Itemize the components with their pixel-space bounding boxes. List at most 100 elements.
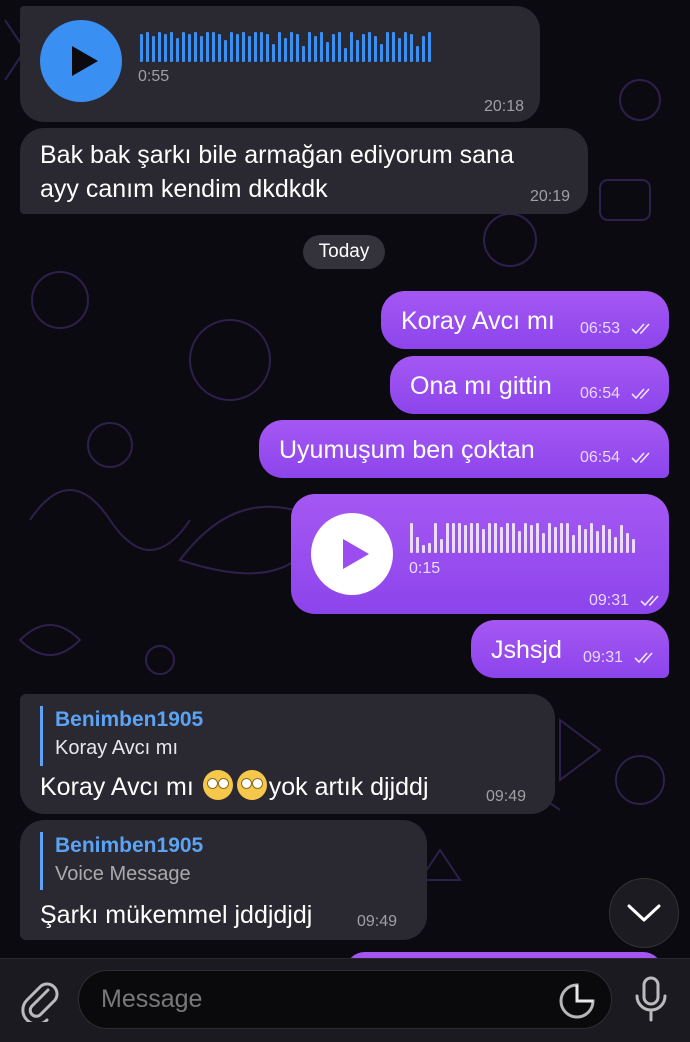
- waveform-bar: [170, 32, 173, 62]
- reply-preview[interactable]: Benimben1905 Koray Avcı mı: [40, 706, 203, 766]
- incoming-reply-message: Benimben1905 Koray Avcı mı Koray Avcı mı…: [20, 694, 555, 814]
- message-text: Jshsjd: [491, 636, 562, 664]
- play-icon: [343, 539, 369, 569]
- waveform-bar: [566, 523, 569, 553]
- waveform-bar: [422, 545, 425, 553]
- voice-waveform[interactable]: [410, 521, 635, 553]
- waveform-bar: [554, 527, 557, 553]
- voice-play-button[interactable]: [40, 20, 122, 102]
- waveform-bar: [218, 34, 221, 62]
- waveform-bar: [548, 523, 551, 553]
- message-text: yok artık djjddj: [268, 773, 429, 801]
- waveform-bar: [440, 539, 443, 553]
- incoming-reply-message: Benimben1905 Voice Message Şarkı mükemme…: [20, 820, 427, 940]
- message-time: 06:53: [580, 320, 621, 337]
- waveform-bar: [434, 523, 437, 553]
- waveform-bar: [404, 32, 407, 62]
- message-text: Uyumuşum ben çoktan: [279, 436, 535, 464]
- message-time: 06:54: [580, 385, 621, 402]
- waveform-bar: [428, 32, 431, 62]
- waveform-bar: [344, 48, 347, 62]
- message-text: Koray Avcı mı: [401, 307, 555, 335]
- double-check-icon: [630, 323, 650, 334]
- message-time: 09:49: [357, 913, 398, 930]
- waveform-bar: [410, 34, 413, 62]
- reply-preview[interactable]: Benimben1905 Voice Message: [40, 832, 203, 890]
- sticker-icon[interactable]: [559, 983, 595, 1019]
- waveform-bar: [146, 32, 149, 62]
- waveform-bar: [524, 523, 527, 553]
- waveform-bar: [560, 523, 563, 553]
- incoming-text-message: Bak bak şarkı bile armağan ediyorum sana…: [20, 128, 588, 214]
- waveform-bar: [572, 535, 575, 553]
- outgoing-text-message: Jshsjd 09:31: [471, 620, 669, 678]
- waveform-bar: [326, 42, 329, 62]
- waveform-bar: [374, 36, 377, 62]
- play-icon: [72, 46, 98, 76]
- voice-play-button[interactable]: [311, 513, 393, 595]
- waveform-bar: [392, 32, 395, 62]
- waveform-bar: [584, 529, 587, 553]
- message-time: 09:49: [486, 788, 527, 805]
- microphone-icon[interactable]: [634, 976, 668, 1022]
- waveform-bar: [596, 531, 599, 553]
- waveform-bar: [362, 34, 365, 62]
- waveform-bar: [248, 36, 251, 62]
- outgoing-text-message: Uyumuşum ben çoktan 06:54: [259, 420, 669, 478]
- waveform-bar: [626, 533, 629, 553]
- waveform-bar: [302, 46, 305, 62]
- waveform-bar: [182, 32, 185, 62]
- scroll-to-bottom-button[interactable]: [609, 878, 679, 948]
- waveform-bar: [164, 34, 167, 62]
- waveform-bar: [332, 34, 335, 62]
- waveform-bar: [470, 523, 473, 553]
- waveform-bar: [350, 32, 353, 62]
- outgoing-voice-message: 0:15 09:31: [291, 494, 669, 614]
- message-list[interactable]: 0:55 20:18 Bak bak şarkı bile armağan ed…: [0, 0, 690, 958]
- waveform-bar: [428, 543, 431, 553]
- waveform-bar: [464, 525, 467, 553]
- waveform-bar: [200, 36, 203, 62]
- waveform-bar: [368, 32, 371, 62]
- waveform-bar: [242, 32, 245, 62]
- waveform-bar: [398, 38, 401, 62]
- paperclip-icon[interactable]: [20, 978, 60, 1022]
- waveform-bar: [512, 523, 515, 553]
- message-text: Şarkı mükemmel jddjdjdj: [40, 901, 313, 929]
- waveform-bar: [338, 32, 341, 62]
- double-check-icon: [630, 452, 650, 463]
- waveform-bar: [380, 44, 383, 62]
- waveform-bar: [284, 38, 287, 62]
- voice-duration: 0:55: [138, 68, 170, 85]
- reply-quote: Koray Avcı mı: [55, 737, 179, 759]
- waveform-bar: [236, 34, 239, 62]
- waveform-bar: [356, 40, 359, 62]
- waveform-bar: [296, 34, 299, 62]
- waveform-bar: [482, 529, 485, 553]
- message-text-line: Bak bak şarkı bile armağan ediyorum sana: [40, 141, 514, 169]
- double-check-icon: [639, 595, 659, 606]
- waveform-bar: [632, 539, 635, 553]
- waveform-bar: [590, 523, 593, 553]
- waveform-bar: [266, 34, 269, 62]
- message-time: 09:31: [583, 649, 624, 666]
- waveform-bar: [608, 529, 611, 553]
- waveform-bar: [224, 40, 227, 62]
- message-time: 09:31: [589, 592, 630, 609]
- message-text: Ona mı gittin: [410, 372, 552, 400]
- message-input[interactable]: Message: [78, 970, 612, 1029]
- waveform-bar: [158, 32, 161, 62]
- waveform-bar: [452, 523, 455, 553]
- voice-waveform[interactable]: [140, 30, 431, 62]
- reply-quote: Voice Message: [55, 863, 191, 885]
- message-text-line: ayy canım kendim dkdkdk: [40, 175, 328, 203]
- waveform-bar: [488, 523, 491, 553]
- double-check-icon: [630, 388, 650, 399]
- date-separator: Today: [303, 235, 385, 269]
- incoming-voice-message: 0:55 20:18: [20, 6, 540, 122]
- waveform-bar: [314, 36, 317, 62]
- message-time: 06:54: [580, 449, 621, 466]
- message-time: 20:18: [483, 98, 524, 115]
- message-time: 20:19: [529, 188, 570, 205]
- waveform-bar: [536, 523, 539, 553]
